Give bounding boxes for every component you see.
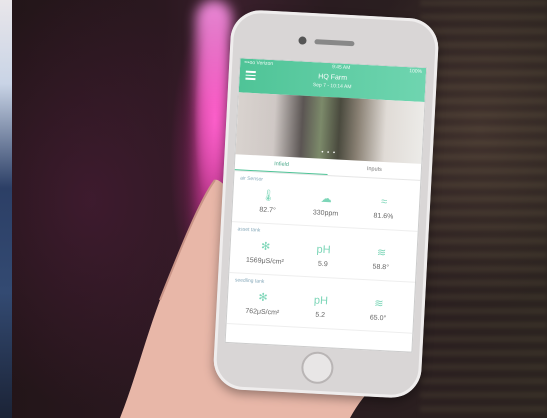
metric-value: 5.9 (317, 260, 328, 269)
metric-value: 81.6% (373, 212, 394, 221)
metric-ph: pH 5.9 (300, 242, 347, 269)
cloud-icon: ☁ (320, 192, 333, 206)
fan-icon: ✻ (258, 291, 268, 305)
phone: •••oo Verizon 9:45 AM 100% HQ Farm Sep 7… (212, 8, 440, 400)
metric-value: 5.2 (315, 311, 326, 320)
metric-temperature: 🌡 82.7° (244, 188, 291, 215)
app-screen: •••oo Verizon 9:45 AM 100% HQ Farm Sep 7… (224, 57, 428, 353)
metric-water-temp: ≋ 65.0° (355, 296, 402, 323)
thermometer-icon: 🌡 (261, 189, 276, 203)
tab-inputs[interactable]: Inputs (328, 164, 421, 175)
metric-humidity: ≈ 81.6% (360, 194, 407, 221)
ph-icon: pH (316, 243, 331, 257)
metric-value: 65.0° (369, 314, 387, 323)
ph-icon: pH (313, 294, 329, 308)
battery-label: 100% (409, 68, 423, 75)
camera-feed-image[interactable]: • • • (235, 92, 425, 164)
metric-co2: ☁ 330ppm (302, 191, 349, 218)
metric-value: 82.7° (259, 206, 276, 215)
metric-value: 1569μS/cm² (245, 256, 285, 266)
front-camera-icon (298, 36, 307, 45)
clock: 9:45 AM (331, 64, 351, 72)
fan-icon: ✻ (260, 240, 271, 254)
metric-ec: ✻ 1569μS/cm² (242, 239, 289, 266)
earpiece (314, 39, 355, 47)
carrier-label: •••oo Verizon (244, 59, 274, 68)
water-temp-icon: ≋ (373, 297, 384, 311)
metric-value: 330ppm (312, 209, 339, 218)
metric-ec: ✻ 762μS/cm² (239, 290, 286, 317)
home-button[interactable] (300, 350, 335, 385)
water-temp-icon: ≋ (376, 246, 387, 260)
sensor-card-seedling-tank[interactable]: seedling tank ✻ 762μS/cm² pH 5.2 ≋ 65.0° (226, 273, 415, 334)
photo-background: •••oo Verizon 9:45 AM 100% HQ Farm Sep 7… (0, 0, 547, 418)
metric-value: 762μS/cm² (245, 307, 280, 317)
metric-water-temp: ≋ 58.8° (358, 245, 405, 272)
metric-ph: pH 5.2 (297, 293, 344, 320)
humidity-icon: ≈ (380, 195, 388, 209)
metric-value: 58.8° (372, 263, 390, 272)
background-window-strip (0, 0, 12, 418)
